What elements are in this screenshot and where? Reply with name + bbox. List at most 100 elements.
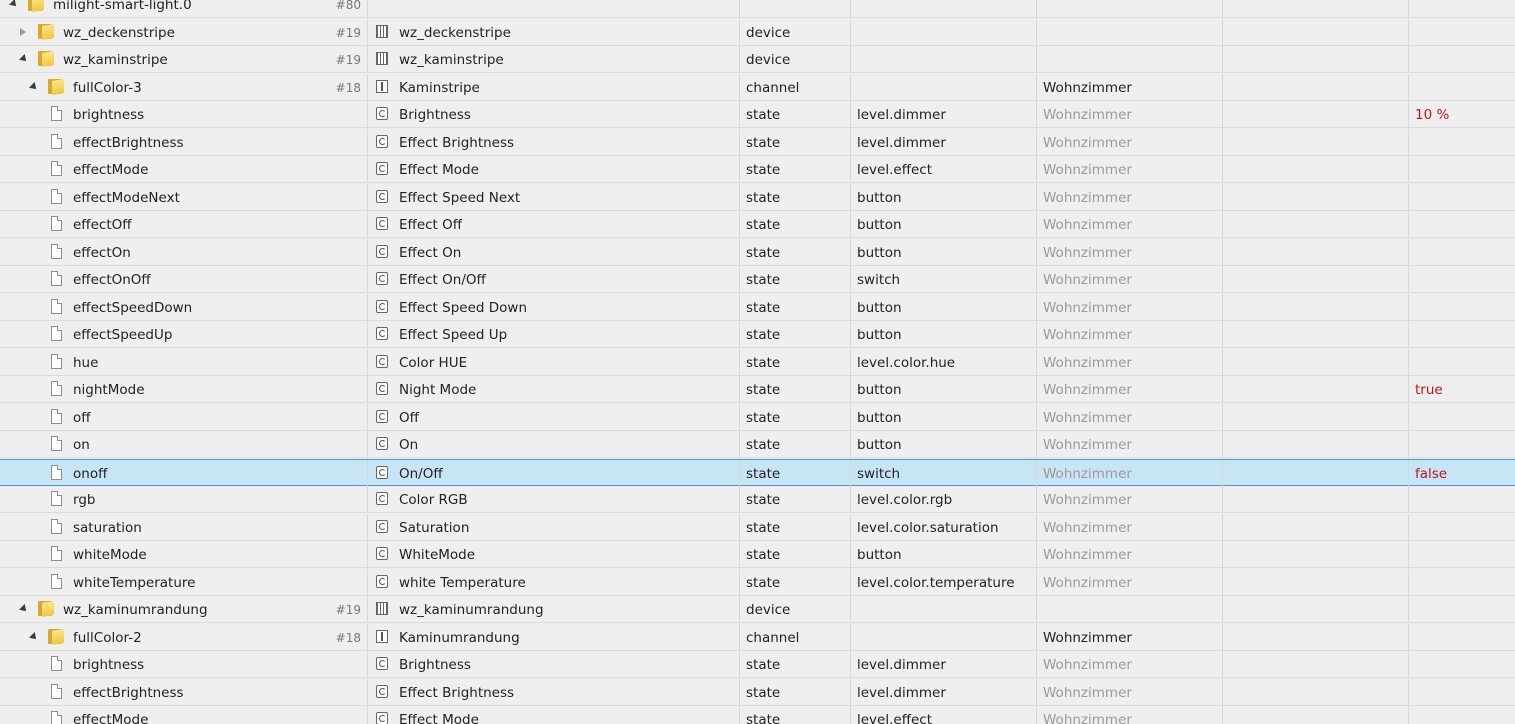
- table-row[interactable]: whiteMode WhiteMode state button Wohnzimmer: [0, 541, 1515, 568]
- file-icon: [51, 216, 62, 231]
- collapse-toggle-icon[interactable]: [19, 54, 29, 64]
- value-cell[interactable]: [1409, 514, 1515, 540]
- device-icon: [376, 52, 388, 65]
- object-id: milight-smart-light.0: [53, 0, 192, 13]
- value-cell[interactable]: [1409, 706, 1515, 724]
- collapse-toggle-icon[interactable]: [19, 604, 29, 614]
- value-cell[interactable]: [1409, 46, 1515, 72]
- file-icon: [51, 518, 62, 534]
- object-name: Effect Mode: [399, 162, 479, 178]
- value-cell[interactable]: [1409, 266, 1515, 292]
- table-row[interactable]: whiteTemperature white Temperature state le…: [0, 568, 1515, 596]
- value-cell[interactable]: [1409, 596, 1515, 622]
- role-cell: button: [851, 293, 1037, 320]
- table-row[interactable]: brightness Brightness state level.dimmer Woh…: [0, 651, 1515, 678]
- table-row[interactable]: effectOnOff Effect On/Off state switch Wohnz…: [0, 266, 1515, 293]
- function-cell: [1223, 513, 1409, 540]
- table-row[interactable]: wz_kaminumrandung #19 wz_kaminumrandung dev…: [0, 596, 1515, 623]
- role-cell: level.dimmer: [851, 651, 1037, 677]
- name-cell: Effect Brightness: [368, 678, 740, 705]
- table-row[interactable]: wz_deckenstripe #19 wz_deckenstripe device: [0, 18, 1515, 46]
- folder-icon: [28, 0, 45, 12]
- folder-icon: [38, 23, 55, 40]
- table-row[interactable]: saturation Saturation state level.color.sat…: [0, 513, 1515, 541]
- object-id: whiteMode: [73, 547, 147, 563]
- object-id: saturation: [73, 519, 142, 536]
- channel-icon: [376, 79, 388, 93]
- value-cell[interactable]: [1409, 651, 1515, 677]
- table-row[interactable]: fullColor-3 #18 Kaminstripe channel Wohnzimm…: [0, 73, 1515, 101]
- table-row[interactable]: effectOff Effect Off state button Wohnzimmer: [0, 211, 1515, 238]
- value-cell[interactable]: [1409, 184, 1515, 210]
- table-row[interactable]: nightMode Night Mode state button Wohnzimmer…: [0, 376, 1515, 403]
- object-id: nightMode: [73, 382, 145, 398]
- table-row[interactable]: hue Color HUE state level.color.hue Wohnzimm…: [0, 348, 1515, 376]
- file-icon: [51, 161, 62, 176]
- child-count-badge: #80: [335, 0, 361, 12]
- table-row[interactable]: milight-smart-light.0 #80: [0, 0, 1515, 18]
- id-cell: wz_deckenstripe #19: [0, 18, 368, 45]
- value-cell[interactable]: [1409, 239, 1515, 265]
- name-cell: [368, 0, 740, 17]
- table-row[interactable]: on On state button Wohnzimmer: [0, 431, 1515, 458]
- function-cell: [1223, 431, 1409, 457]
- type-cell: state: [740, 513, 851, 540]
- table-row[interactable]: off Off state button Wohnzimmer: [0, 403, 1515, 431]
- state-icon: [376, 134, 388, 148]
- value-cell[interactable]: [1409, 541, 1515, 567]
- value-cell[interactable]: [1409, 0, 1515, 17]
- table-row[interactable]: effectMode Effect Mode state level.effect Wo…: [0, 156, 1515, 183]
- table-row[interactable]: fullColor-2 #18 Kaminumrandung channel Wohnz…: [0, 623, 1515, 651]
- folder-icon: [38, 601, 55, 617]
- value-cell[interactable]: [1409, 294, 1515, 320]
- value-cell[interactable]: [1409, 19, 1515, 45]
- id-cell: on: [0, 431, 368, 457]
- table-row[interactable]: effectModeNext Effect Speed Next state butt…: [0, 183, 1515, 211]
- value-cell[interactable]: [1409, 74, 1515, 100]
- object-id: effectBrightness: [73, 684, 184, 701]
- name-cell: Effect Off: [368, 211, 740, 237]
- room-cell: Wohnzimmer: [1037, 706, 1223, 724]
- table-row[interactable]: effectSpeedUp Effect Speed Up state button W…: [0, 321, 1515, 348]
- value-cell[interactable]: 10 %: [1409, 101, 1515, 127]
- file-icon: [51, 683, 62, 699]
- value-cell[interactable]: false: [1409, 460, 1515, 486]
- value-cell[interactable]: [1409, 679, 1515, 705]
- table-row[interactable]: brightness Brightness state level.dimmer Woh…: [0, 101, 1515, 128]
- object-name: Effect Mode: [399, 712, 479, 724]
- collapse-toggle-icon[interactable]: [9, 0, 19, 9]
- expand-toggle-icon[interactable]: [20, 27, 26, 36]
- table-row[interactable]: rgb Color RGB state level.color.rgb Wohnzimm…: [0, 486, 1515, 513]
- id-cell: effectOff: [0, 211, 368, 237]
- value-cell[interactable]: [1409, 624, 1515, 650]
- table-row[interactable]: effectMode Effect Mode state level.effect Wo…: [0, 706, 1515, 724]
- value-cell[interactable]: [1409, 156, 1515, 182]
- value-cell[interactable]: [1409, 129, 1515, 155]
- value-cell[interactable]: true: [1409, 376, 1515, 402]
- file-icon: [51, 243, 62, 259]
- file-icon: [51, 326, 62, 341]
- object-name: Color RGB: [399, 492, 468, 508]
- value-cell[interactable]: [1409, 321, 1515, 347]
- value-cell[interactable]: [1409, 349, 1515, 375]
- value-cell[interactable]: [1409, 404, 1515, 430]
- table-row[interactable]: effectBrightness Effect Brightness state le…: [0, 678, 1515, 706]
- table-row[interactable]: wz_kaminstripe #19 wz_kaminstripe device: [0, 46, 1515, 73]
- table-row[interactable]: onoff On/Off state switch Wohnzimmer false: [0, 458, 1515, 486]
- collapse-toggle-icon[interactable]: [29, 631, 39, 642]
- adapter-icon: [378, 0, 394, 1]
- collapse-toggle-icon[interactable]: [29, 81, 39, 92]
- table-row[interactable]: effectOn Effect On state button Wohnzimmer: [0, 238, 1515, 266]
- value-cell[interactable]: [1409, 431, 1515, 457]
- table-row[interactable]: effectSpeedDown Effect Speed Down state but…: [0, 293, 1515, 321]
- object-name: Effect Brightness: [399, 134, 515, 151]
- value-cell[interactable]: [1409, 486, 1515, 512]
- table-row[interactable]: effectBrightness Effect Brightness state le…: [0, 128, 1515, 156]
- type-cell: device: [740, 18, 851, 45]
- name-cell: Effect Speed Down: [368, 293, 740, 320]
- value-cell[interactable]: [1409, 211, 1515, 237]
- id-cell: effectSpeedUp: [0, 321, 368, 347]
- value-cell[interactable]: [1409, 569, 1515, 595]
- type-cell: state: [740, 651, 851, 677]
- room-cell: Wohnzimmer: [1037, 101, 1223, 127]
